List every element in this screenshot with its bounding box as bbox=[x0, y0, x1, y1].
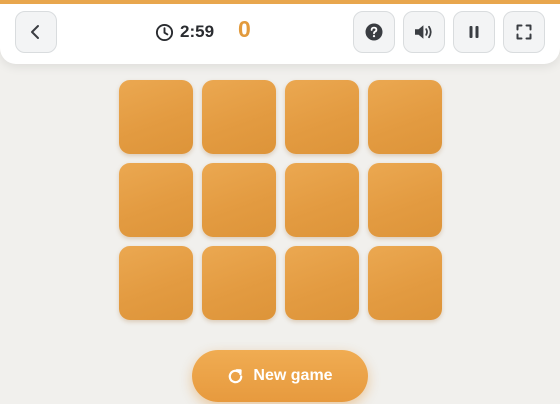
card[interactable] bbox=[119, 246, 193, 320]
card[interactable] bbox=[285, 80, 359, 154]
timer: 2:59 bbox=[155, 19, 214, 45]
card[interactable] bbox=[368, 163, 442, 237]
new-game-label: New game bbox=[253, 367, 333, 384]
speaker-volume-icon bbox=[413, 23, 435, 41]
card[interactable] bbox=[285, 246, 359, 320]
score-value: 0 bbox=[238, 16, 251, 42]
top-accent-stripe bbox=[0, 0, 560, 4]
clock-icon bbox=[155, 23, 180, 42]
top-bar: 2:59 0 bbox=[0, 0, 560, 64]
card[interactable] bbox=[202, 246, 276, 320]
fullscreen-button[interactable] bbox=[503, 11, 545, 53]
new-game-button[interactable]: New game bbox=[192, 350, 368, 402]
card[interactable] bbox=[368, 246, 442, 320]
card[interactable] bbox=[202, 80, 276, 154]
timer-value: 2:59 bbox=[180, 22, 215, 41]
chevron-left-icon bbox=[29, 24, 43, 40]
pause-icon bbox=[467, 25, 481, 39]
question-circle-icon bbox=[365, 23, 383, 41]
pause-button[interactable] bbox=[453, 11, 495, 53]
card[interactable] bbox=[119, 80, 193, 154]
card-board bbox=[119, 80, 442, 320]
card[interactable] bbox=[285, 163, 359, 237]
help-button[interactable] bbox=[353, 11, 395, 53]
fullscreen-icon bbox=[516, 24, 532, 40]
sound-button[interactable] bbox=[403, 11, 445, 53]
card[interactable] bbox=[119, 163, 193, 237]
restart-icon bbox=[227, 368, 253, 385]
card[interactable] bbox=[368, 80, 442, 154]
back-button[interactable] bbox=[15, 11, 57, 53]
card[interactable] bbox=[202, 163, 276, 237]
